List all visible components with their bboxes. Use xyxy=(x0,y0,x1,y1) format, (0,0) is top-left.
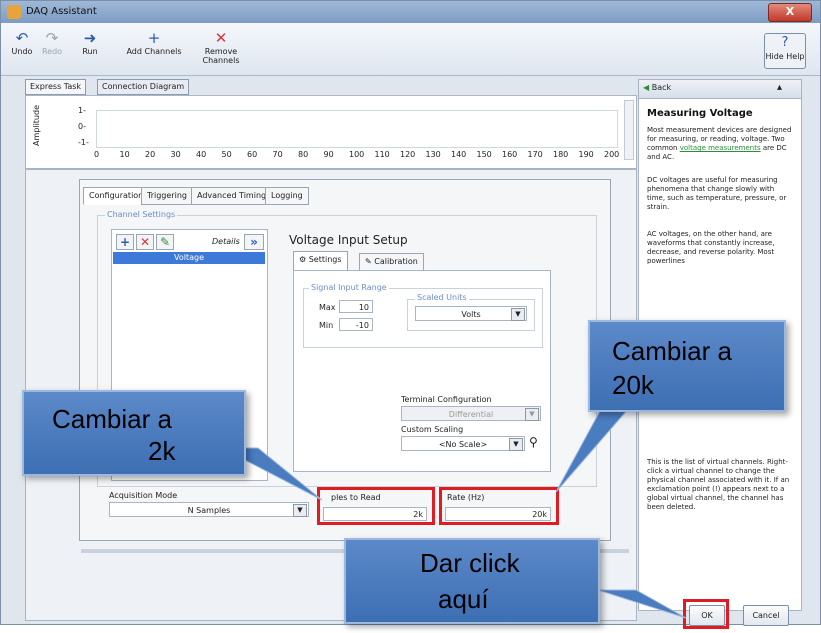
callout-20k-line2: 20k xyxy=(612,370,654,400)
callout-20k-line1: Cambiar a xyxy=(612,336,732,366)
callout-2k-line2: 2k xyxy=(148,436,176,466)
callout-change-20k: Cambiar a 20k xyxy=(588,320,786,412)
callout-click-line2: aquí xyxy=(438,584,489,614)
callout-click-here: Dar click aquí xyxy=(344,538,600,624)
callout-2k-line1: Cambiar a xyxy=(52,404,172,434)
callout-change-2k: Cambiar a 2k xyxy=(22,390,246,476)
callout-pointer-20k xyxy=(555,399,638,493)
callout-pointer-ok xyxy=(597,589,687,619)
callout-click-line1: Dar click xyxy=(420,548,520,578)
